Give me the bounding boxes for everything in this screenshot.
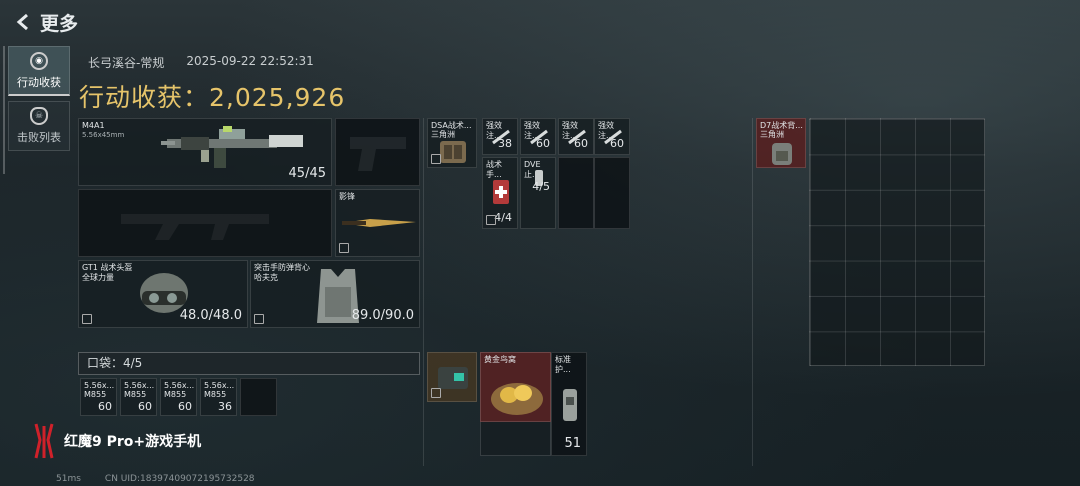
knife-icon xyxy=(342,219,416,227)
item-name: 战术手... xyxy=(486,160,502,179)
pouch-item[interactable]: 5.56x... M855 60 xyxy=(160,378,197,416)
helmet-brand: 全球力量 xyxy=(82,273,114,282)
pouch-item[interactable]: 5.56x... M855 36 xyxy=(200,378,237,416)
rig-empty-slot[interactable] xyxy=(558,157,594,229)
tab-kill-list-label: 击败列表 xyxy=(17,131,61,144)
item-qty: 60 xyxy=(98,400,112,413)
match-timestamp: 2025-09-22 22:52:31 xyxy=(186,54,314,68)
item-sub: M855 xyxy=(204,390,227,399)
rig-item[interactable]: 强效注... 38 xyxy=(482,118,518,155)
item-qty: 60 xyxy=(610,137,624,150)
item-qty: 51 xyxy=(564,436,581,451)
column-divider xyxy=(423,118,424,466)
item-qty: 60 xyxy=(574,137,588,150)
item-qty: 4/5 xyxy=(532,180,550,193)
item-qty: 60 xyxy=(178,400,192,413)
tab-scroll-indicator xyxy=(3,46,5,174)
pouch-item[interactable]: 5.56x... M855 60 xyxy=(80,378,117,416)
backpack-grid[interactable] xyxy=(809,118,985,366)
red-magic-logo-icon xyxy=(34,423,54,459)
column-divider xyxy=(752,118,753,466)
skull-icon: ☠ xyxy=(30,107,48,125)
page-title: 更多 xyxy=(40,12,79,35)
melee-slot[interactable]: 影锋 xyxy=(335,189,420,257)
device-icon xyxy=(438,367,468,389)
tab-kill-list[interactable]: ☠ 击败列表 xyxy=(8,101,70,151)
chest-rig-slot[interactable]: DSA战术... 三角洲 xyxy=(427,118,477,168)
back-arrow-icon xyxy=(16,13,28,31)
rig-item[interactable]: 强效注... 60 xyxy=(520,118,556,155)
rig-item[interactable]: 战术手... 4/4 xyxy=(482,157,518,229)
lock-icon xyxy=(486,215,496,225)
lock-icon xyxy=(254,314,264,324)
ping: 51ms xyxy=(56,474,81,484)
item-qty: 60 xyxy=(536,137,550,150)
lock-icon xyxy=(339,243,349,253)
armor-plate-icon xyxy=(563,389,577,421)
rig-item[interactable]: DVE止... 4/5 xyxy=(520,157,556,229)
weapon-ammo: 45/45 xyxy=(288,166,326,181)
top-bar: 更多 xyxy=(0,0,1080,44)
weapon-caliber: 5.56x45mm xyxy=(82,131,125,139)
tab-harvest-label: 行动收获 xyxy=(17,75,61,89)
lock-icon xyxy=(431,388,441,398)
item-qty: 60 xyxy=(138,400,152,413)
case-item-gold-nest[interactable]: 黄金鸟窝 xyxy=(480,352,551,422)
device-slot[interactable] xyxy=(427,352,477,402)
secondary-weapon-slot[interactable] xyxy=(78,189,332,257)
helmet-durability: 48.0/48.0 xyxy=(179,308,242,323)
primary-weapon-slot[interactable]: M4A1 5.56x45mm 45/45 xyxy=(78,118,332,186)
item-sub: M855 xyxy=(124,390,147,399)
user-uid: CN UID:18397409072195732528 xyxy=(104,474,255,484)
match-info: 长弓溪谷-常规 2025-09-22 22:52:31 xyxy=(88,54,314,71)
rig-item[interactable]: 强效注... 60 xyxy=(594,118,630,155)
rig-icon xyxy=(440,141,466,163)
pistol-placeholder-icon xyxy=(350,137,406,171)
helmet-slot[interactable]: GT1 战术头盔 全球力量 48.0/48.0 xyxy=(78,260,248,328)
brand-watermark: 红魔9 Pro+游戏手机 xyxy=(30,422,201,460)
harvest-value: 行动收获：2,025,926 xyxy=(79,83,346,112)
lock-icon xyxy=(431,154,441,164)
item-name: 标准护... xyxy=(555,355,571,374)
armor-brand: 哈夫克 xyxy=(254,273,278,282)
rifle-icon xyxy=(161,126,303,168)
footer: 51ms CN UID:18397409072195732528 xyxy=(22,474,255,484)
harvest-icon: ◉ xyxy=(30,51,48,70)
lock-icon xyxy=(82,314,92,324)
armor-slot[interactable]: 突击手防弹背心 哈夫克 89.0/90.0 xyxy=(250,260,420,328)
medkit-icon xyxy=(493,180,509,204)
armor-durability: 89.0/90.0 xyxy=(351,308,414,323)
brand-text: 红魔9 Pro+游戏手机 xyxy=(64,434,202,450)
rifle-placeholder-icon xyxy=(121,214,269,240)
item-qty: 36 xyxy=(218,400,232,413)
backpack-icon xyxy=(772,143,792,165)
melee-name: 影锋 xyxy=(339,192,355,201)
item-sub: M855 xyxy=(164,390,187,399)
helmet-name: GT1 战术头盔 xyxy=(82,263,133,272)
case-item-armor-plate[interactable]: 标准护... 51 xyxy=(551,352,587,456)
pouch-label: 口袋：4/5 xyxy=(87,356,143,370)
item-qty: 38 xyxy=(498,137,512,150)
item-qty: 4/4 xyxy=(494,211,512,224)
back-button[interactable] xyxy=(12,11,34,33)
pouch-item[interactable]: 5.56x... M855 60 xyxy=(120,378,157,416)
item-sub: M855 xyxy=(84,390,107,399)
pouch-empty-slot[interactable] xyxy=(240,378,277,416)
item-name: 黄金鸟窝 xyxy=(484,355,516,364)
pouch-header: 口袋：4/5 xyxy=(78,352,420,375)
rig-empty-slot[interactable] xyxy=(594,157,630,229)
side-tabs: ◉ 行动收获 ☠ 击败列表 xyxy=(8,46,72,156)
rig-item[interactable]: 强效注... 60 xyxy=(558,118,594,155)
backpack-slot[interactable]: D7战术背... 三角洲 xyxy=(756,118,806,168)
tab-harvest[interactable]: ◉ 行动收获 xyxy=(8,46,70,96)
pistol-slot[interactable] xyxy=(335,118,420,186)
map-name: 长弓溪谷-常规 xyxy=(88,56,165,70)
weapon-name: M4A1 xyxy=(82,121,105,130)
armor-name: 突击手防弹背心 xyxy=(254,263,310,272)
gold-nest-icon xyxy=(491,383,543,415)
